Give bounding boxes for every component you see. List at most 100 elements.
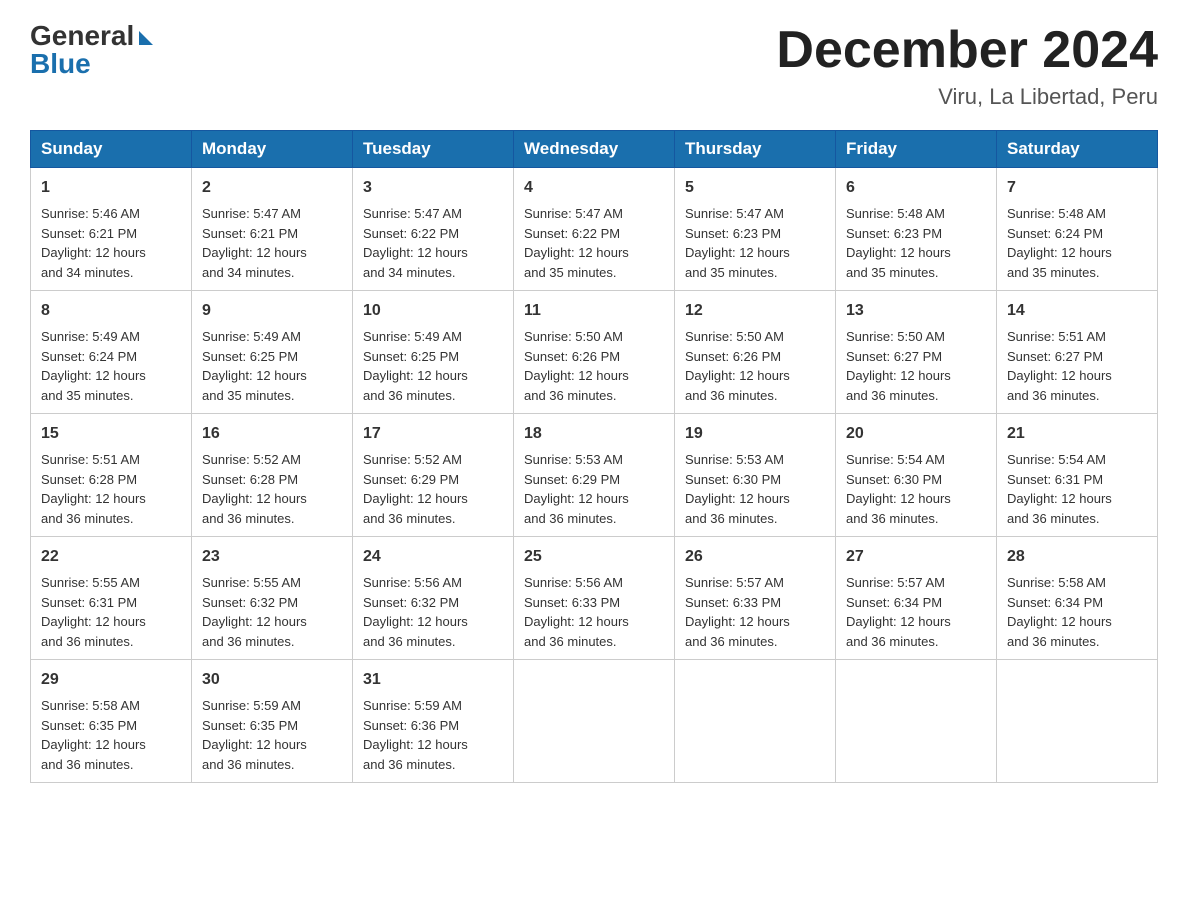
day-info: Sunrise: 5:56 AM Sunset: 6:33 PM Dayligh… (524, 575, 629, 649)
calendar-cell: 23 Sunrise: 5:55 AM Sunset: 6:32 PM Dayli… (192, 537, 353, 660)
calendar-cell: 12 Sunrise: 5:50 AM Sunset: 6:26 PM Dayli… (675, 291, 836, 414)
day-number: 3 (363, 176, 503, 200)
day-info: Sunrise: 5:50 AM Sunset: 6:26 PM Dayligh… (524, 329, 629, 403)
calendar-cell: 21 Sunrise: 5:54 AM Sunset: 6:31 PM Dayli… (997, 414, 1158, 537)
day-info: Sunrise: 5:47 AM Sunset: 6:22 PM Dayligh… (524, 206, 629, 280)
day-number: 10 (363, 299, 503, 323)
day-number: 22 (41, 545, 181, 569)
day-info: Sunrise: 5:59 AM Sunset: 6:35 PM Dayligh… (202, 698, 307, 772)
day-info: Sunrise: 5:47 AM Sunset: 6:22 PM Dayligh… (363, 206, 468, 280)
calendar-cell: 27Sunrise: 5:57 AM Sunset: 6:34 PM Dayli… (836, 537, 997, 660)
calendar-cell (514, 660, 675, 783)
calendar-cell: 10Sunrise: 5:49 AM Sunset: 6:25 PM Dayli… (353, 291, 514, 414)
weekday-header-sunday: Sunday (31, 131, 192, 168)
day-number: 9 (202, 299, 342, 323)
weekday-header-wednesday: Wednesday (514, 131, 675, 168)
day-number: 27 (846, 545, 986, 569)
day-info: Sunrise: 5:49 AM Sunset: 6:25 PM Dayligh… (202, 329, 307, 403)
day-info: Sunrise: 5:57 AM Sunset: 6:33 PM Dayligh… (685, 575, 790, 649)
day-number: 6 (846, 176, 986, 200)
weekday-header-tuesday: Tuesday (353, 131, 514, 168)
calendar-cell: 19Sunrise: 5:53 AM Sunset: 6:30 PM Dayli… (675, 414, 836, 537)
day-info: Sunrise: 5:51 AM Sunset: 6:27 PM Dayligh… (1007, 329, 1112, 403)
calendar-cell: 1 Sunrise: 5:46 AM Sunset: 6:21 PM Daylig… (31, 168, 192, 291)
day-info: Sunrise: 5:47 AM Sunset: 6:21 PM Dayligh… (202, 206, 307, 280)
calendar-cell: 4 Sunrise: 5:47 AM Sunset: 6:22 PM Daylig… (514, 168, 675, 291)
weekday-header-monday: Monday (192, 131, 353, 168)
day-number: 24 (363, 545, 503, 569)
calendar-week-3: 15 Sunrise: 5:51 AM Sunset: 6:28 PM Dayli… (31, 414, 1158, 537)
day-info: Sunrise: 5:50 AM Sunset: 6:26 PM Dayligh… (685, 329, 790, 403)
calendar-week-2: 8Sunrise: 5:49 AM Sunset: 6:24 PM Daylig… (31, 291, 1158, 414)
weekday-row: SundayMondayTuesdayWednesdayThursdayFrid… (31, 131, 1158, 168)
calendar-body: 1 Sunrise: 5:46 AM Sunset: 6:21 PM Daylig… (31, 168, 1158, 783)
day-info: Sunrise: 5:51 AM Sunset: 6:28 PM Dayligh… (41, 452, 146, 526)
day-number: 8 (41, 299, 181, 323)
day-info: Sunrise: 5:46 AM Sunset: 6:21 PM Dayligh… (41, 206, 146, 280)
calendar-cell: 16Sunrise: 5:52 AM Sunset: 6:28 PM Dayli… (192, 414, 353, 537)
logo-blue-text: Blue (30, 48, 91, 80)
location-subtitle: Viru, La Libertad, Peru (776, 84, 1158, 110)
calendar-cell: 7 Sunrise: 5:48 AM Sunset: 6:24 PM Daylig… (997, 168, 1158, 291)
calendar-header: SundayMondayTuesdayWednesdayThursdayFrid… (31, 131, 1158, 168)
day-number: 18 (524, 422, 664, 446)
calendar-week-5: 29 Sunrise: 5:58 AM Sunset: 6:35 PM Dayli… (31, 660, 1158, 783)
day-number: 20 (846, 422, 986, 446)
calendar-cell: 15 Sunrise: 5:51 AM Sunset: 6:28 PM Dayli… (31, 414, 192, 537)
page-header: General Blue December 2024 Viru, La Libe… (30, 20, 1158, 110)
calendar-cell: 14Sunrise: 5:51 AM Sunset: 6:27 PM Dayli… (997, 291, 1158, 414)
weekday-header-saturday: Saturday (997, 131, 1158, 168)
calendar-cell: 28 Sunrise: 5:58 AM Sunset: 6:34 PM Dayli… (997, 537, 1158, 660)
calendar-cell: 2 Sunrise: 5:47 AM Sunset: 6:21 PM Daylig… (192, 168, 353, 291)
calendar-cell: 3 Sunrise: 5:47 AM Sunset: 6:22 PM Daylig… (353, 168, 514, 291)
day-number: 29 (41, 668, 181, 692)
day-info: Sunrise: 5:55 AM Sunset: 6:31 PM Dayligh… (41, 575, 146, 649)
day-number: 11 (524, 299, 664, 323)
day-info: Sunrise: 5:50 AM Sunset: 6:27 PM Dayligh… (846, 329, 951, 403)
day-number: 4 (524, 176, 664, 200)
weekday-header-thursday: Thursday (675, 131, 836, 168)
calendar-week-4: 22 Sunrise: 5:55 AM Sunset: 6:31 PM Dayli… (31, 537, 1158, 660)
calendar-week-1: 1 Sunrise: 5:46 AM Sunset: 6:21 PM Daylig… (31, 168, 1158, 291)
day-number: 17 (363, 422, 503, 446)
day-number: 7 (1007, 176, 1147, 200)
day-number: 21 (1007, 422, 1147, 446)
calendar-cell: 5 Sunrise: 5:47 AM Sunset: 6:23 PM Daylig… (675, 168, 836, 291)
day-number: 23 (202, 545, 342, 569)
day-number: 26 (685, 545, 825, 569)
day-info: Sunrise: 5:59 AM Sunset: 6:36 PM Dayligh… (363, 698, 468, 772)
calendar-cell (836, 660, 997, 783)
calendar-cell: 11 Sunrise: 5:50 AM Sunset: 6:26 PM Dayli… (514, 291, 675, 414)
day-info: Sunrise: 5:48 AM Sunset: 6:23 PM Dayligh… (846, 206, 951, 280)
day-number: 31 (363, 668, 503, 692)
calendar-cell: 31 Sunrise: 5:59 AM Sunset: 6:36 PM Dayli… (353, 660, 514, 783)
day-number: 15 (41, 422, 181, 446)
calendar-cell: 29 Sunrise: 5:58 AM Sunset: 6:35 PM Dayli… (31, 660, 192, 783)
calendar-cell: 8Sunrise: 5:49 AM Sunset: 6:24 PM Daylig… (31, 291, 192, 414)
day-info: Sunrise: 5:58 AM Sunset: 6:35 PM Dayligh… (41, 698, 146, 772)
day-info: Sunrise: 5:48 AM Sunset: 6:24 PM Dayligh… (1007, 206, 1112, 280)
day-number: 2 (202, 176, 342, 200)
day-info: Sunrise: 5:58 AM Sunset: 6:34 PM Dayligh… (1007, 575, 1112, 649)
calendar-cell: 9 Sunrise: 5:49 AM Sunset: 6:25 PM Daylig… (192, 291, 353, 414)
day-info: Sunrise: 5:52 AM Sunset: 6:28 PM Dayligh… (202, 452, 307, 526)
day-number: 28 (1007, 545, 1147, 569)
day-number: 30 (202, 668, 342, 692)
day-info: Sunrise: 5:55 AM Sunset: 6:32 PM Dayligh… (202, 575, 307, 649)
day-number: 25 (524, 545, 664, 569)
day-info: Sunrise: 5:52 AM Sunset: 6:29 PM Dayligh… (363, 452, 468, 526)
calendar-cell: 18Sunrise: 5:53 AM Sunset: 6:29 PM Dayli… (514, 414, 675, 537)
month-title: December 2024 (776, 20, 1158, 80)
day-number: 1 (41, 176, 181, 200)
day-number: 5 (685, 176, 825, 200)
day-number: 12 (685, 299, 825, 323)
day-info: Sunrise: 5:54 AM Sunset: 6:30 PM Dayligh… (846, 452, 951, 526)
calendar-cell: 26 Sunrise: 5:57 AM Sunset: 6:33 PM Dayli… (675, 537, 836, 660)
calendar-cell: 20 Sunrise: 5:54 AM Sunset: 6:30 PM Dayli… (836, 414, 997, 537)
calendar-cell: 6 Sunrise: 5:48 AM Sunset: 6:23 PM Daylig… (836, 168, 997, 291)
day-info: Sunrise: 5:47 AM Sunset: 6:23 PM Dayligh… (685, 206, 790, 280)
calendar-cell: 17 Sunrise: 5:52 AM Sunset: 6:29 PM Dayli… (353, 414, 514, 537)
day-info: Sunrise: 5:54 AM Sunset: 6:31 PM Dayligh… (1007, 452, 1112, 526)
logo-arrow-icon (139, 31, 153, 45)
calendar-cell: 30 Sunrise: 5:59 AM Sunset: 6:35 PM Dayli… (192, 660, 353, 783)
